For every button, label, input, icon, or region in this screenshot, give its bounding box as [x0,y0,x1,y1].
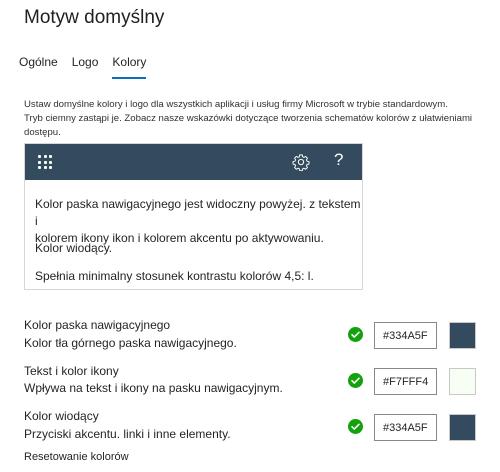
navbar-color-label: Kolor paska nawigacyjnego [24,318,171,332]
accent-color-input[interactable] [374,414,437,441]
preview-navbar: ? [25,144,362,180]
waffle-icon [38,155,52,169]
accent-color-description: Przyciski akcentu. linki i inne elementy… [24,427,231,441]
check-icon [348,373,363,388]
tab-colors[interactable]: Kolory [112,55,147,79]
page-title: Motyw domyślny [24,7,165,28]
accent-color-swatch[interactable] [449,414,476,441]
navbar-color-input[interactable] [374,322,437,349]
text-icon-color-description: Wpływa na tekst i ikony na pasku nawigac… [24,381,283,395]
check-icon [348,327,363,342]
description-line-2[interactable]: Tryb ciemny zastąpi je. Zobacz nasze wsk… [24,112,484,140]
reset-colors-link[interactable]: Resetowanie kolorów [24,451,129,463]
description: Ustaw domyślne kolory i logo dla wszystk… [24,98,484,140]
tab-bar: Ogólne Logo Kolory [19,55,160,79]
check-icon [348,419,363,434]
tab-logo[interactable]: Logo [72,55,99,77]
help-icon: ? [334,150,344,169]
text-icon-color-input[interactable] [374,368,437,395]
navbar-color-description: Kolor tła górnego paska nawigacyjnego. [24,336,237,350]
text-icon-color-swatch[interactable] [449,368,476,395]
navbar-color-swatch[interactable] [449,322,476,349]
accent-color-label: Kolor wiodący [24,409,99,423]
tab-general[interactable]: Ogólne [19,55,58,77]
theme-preview: ? Kolor paska nawigacyjnego jest widoczn… [24,143,363,290]
preview-accent-text: Kolor wiodący. [35,241,113,255]
text-icon-color-label: Tekst i kolor ikony [24,364,119,378]
gear-icon [292,154,310,171]
description-line-1: Ustaw domyślne kolory i logo dla wszystk… [24,99,448,110]
preview-contrast-text: Spełnia minimalny stosunek kontrastu kol… [35,269,314,283]
preview-text-1-line-1: Kolor paska nawigacyjnego jest widoczny … [35,197,361,228]
